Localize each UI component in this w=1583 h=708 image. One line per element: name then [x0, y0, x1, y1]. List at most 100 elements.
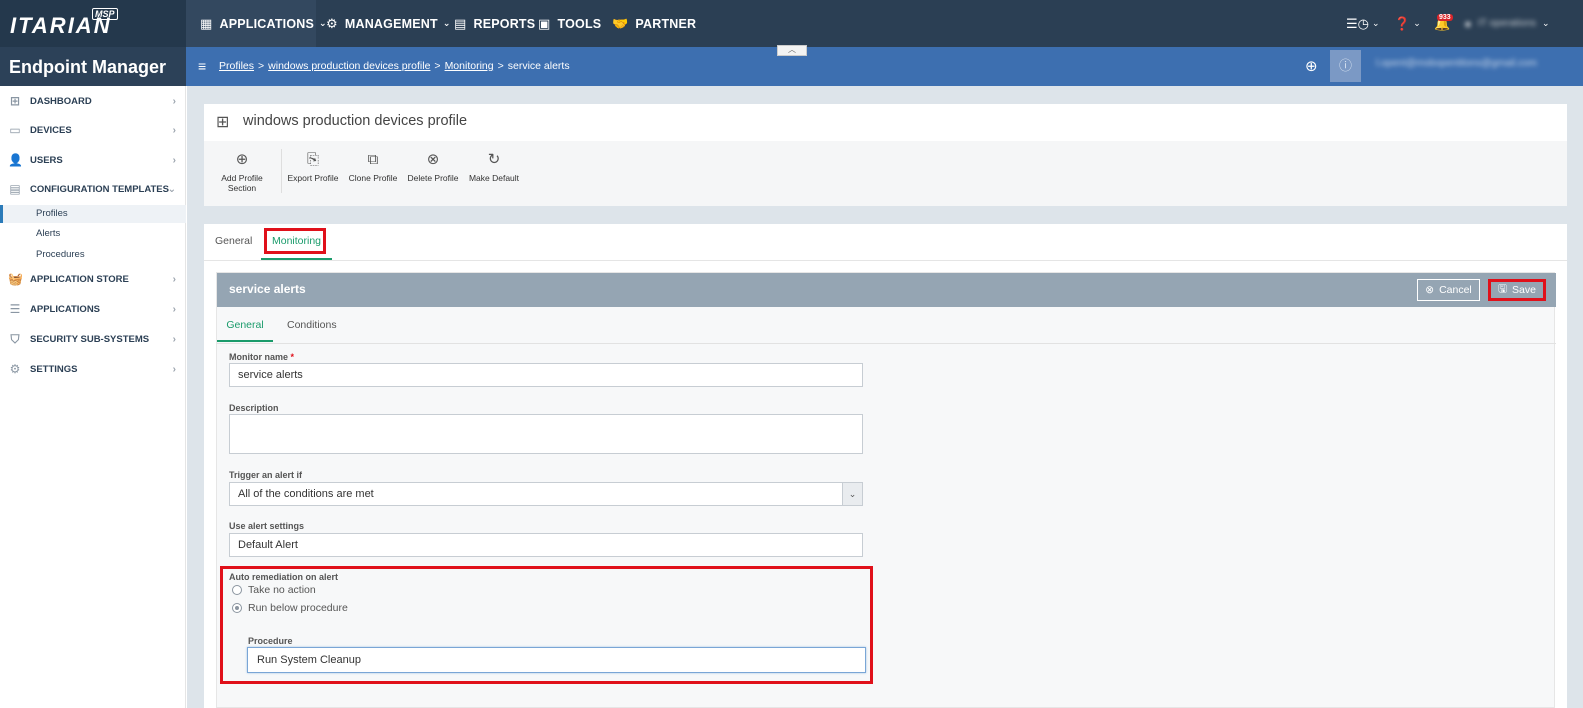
- add-profile-section-label-line1: Add Profile: [221, 173, 263, 183]
- clone-profile-button[interactable]: ⧉ Clone Profile: [346, 151, 400, 183]
- collapse-header-button[interactable]: ︿: [777, 45, 807, 56]
- help-button[interactable]: ⓘ: [1330, 50, 1361, 82]
- sidebar-item-label: APPLICATIONS: [30, 303, 101, 315]
- sidebar-item-label: DEVICES: [30, 124, 72, 136]
- monitor-name-label-text: Monitor name: [229, 352, 289, 362]
- user-menu[interactable]: ● IT operations ⌄: [1464, 0, 1550, 47]
- required-marker: *: [290, 352, 295, 362]
- question-icon: ❓: [1394, 15, 1411, 31]
- notification-count-badge: 933: [1437, 14, 1453, 21]
- procedure-input[interactable]: Run System Cleanup: [247, 647, 866, 673]
- clock-icon: ☰◷: [1346, 15, 1369, 31]
- make-default-icon: ↻: [487, 151, 501, 168]
- breadcrumb-monitoring[interactable]: Monitoring: [445, 60, 494, 72]
- nav-reports[interactable]: ▤ REPORTS: [454, 0, 535, 47]
- chevron-down-icon: ⌄: [167, 183, 176, 195]
- add-profile-section-label-line2: Section: [227, 183, 257, 193]
- chevron-right-icon: ›: [172, 154, 176, 166]
- description-label: Description: [229, 403, 279, 413]
- radio-take-no-action[interactable]: Take no action: [232, 584, 316, 596]
- add-profile-section-button[interactable]: ⊕ Add Profile Section: [219, 151, 265, 193]
- basket-icon: 🧺: [8, 271, 23, 286]
- notifications-button[interactable]: 🔔: [1434, 0, 1450, 47]
- nav-management[interactable]: ⚙ MANAGEMENT ⌄: [326, 0, 451, 47]
- handshake-icon: 🤝: [612, 15, 629, 31]
- breadcrumb: Profiles > windows production devices pro…: [219, 60, 570, 72]
- itarian-logo[interactable]: ITARIAN MSP: [0, 0, 186, 47]
- sidebar-item-dashboard[interactable]: ⊞ DASHBOARD ›: [0, 90, 186, 112]
- question-icon: ⓘ: [1338, 58, 1352, 73]
- add-device-icon[interactable]: ⊕: [1305, 57, 1318, 75]
- monitor-panel: service alerts ⊗ Cancel 🖫 Save General C…: [216, 272, 1556, 708]
- radio-run-below-procedure[interactable]: Run below procedure: [232, 602, 348, 614]
- description-textarea[interactable]: [229, 414, 863, 454]
- breadcrumb-current: service alerts: [507, 60, 570, 72]
- breadcrumb-profile[interactable]: windows production devices profile: [268, 60, 430, 72]
- sidebar-item-application-store[interactable]: 🧺 APPLICATION STORE ›: [0, 268, 186, 290]
- nav-applications-label: APPLICATIONS: [219, 16, 315, 31]
- close-icon: ⊗: [1425, 284, 1435, 296]
- save-icon: 🖫: [1498, 283, 1507, 295]
- radio-button-selected[interactable]: [232, 603, 242, 613]
- gear-icon: ⚙: [9, 361, 21, 376]
- make-default-button[interactable]: ↻ Make Default: [466, 151, 522, 183]
- trigger-selected-value: All of the conditions are met: [238, 488, 374, 500]
- cancel-button[interactable]: ⊗ Cancel: [1417, 279, 1480, 301]
- recent-activity-button[interactable]: ☰◷ ⌄: [1346, 0, 1380, 47]
- sidebar-item-users[interactable]: 👤 USERS ›: [0, 149, 186, 171]
- subtab-general[interactable]: General: [217, 309, 273, 342]
- toolbox-icon: ▣: [538, 15, 551, 31]
- grid-icon: ▦: [200, 15, 213, 31]
- dashboard-icon: ⊞: [9, 93, 21, 108]
- save-button[interactable]: 🖫 Save: [1488, 279, 1546, 301]
- chevron-down-icon: ⌄: [442, 18, 451, 28]
- sidebar-item-security-sub-systems[interactable]: ⛉ SECURITY SUB-SYSTEMS ›: [0, 328, 186, 350]
- sidebar-item-devices[interactable]: ▭ DEVICES ›: [0, 119, 186, 141]
- avatar: ●: [1464, 16, 1472, 31]
- nav-management-label: MANAGEMENT: [344, 16, 438, 31]
- breadcrumb-profiles[interactable]: Profiles: [219, 60, 254, 72]
- sidebar-subitem-profiles[interactable]: Profiles: [0, 205, 186, 223]
- report-icon: ▤: [454, 15, 467, 31]
- sidebar-subitem-procedures[interactable]: Procedures: [0, 246, 186, 264]
- sidebar-item-configuration-templates[interactable]: ▤ CONFIGURATION TEMPLATES ⌄: [0, 178, 186, 200]
- profile-title: windows production devices profile: [243, 113, 468, 129]
- chevron-down-icon: ⌄: [1413, 18, 1421, 28]
- chevron-up-icon: ︿: [788, 45, 796, 54]
- user-name: IT operations: [1477, 18, 1537, 29]
- panel-header: service alerts ⊗ Cancel 🖫 Save: [217, 273, 1556, 307]
- shield-icon: ⛉: [10, 331, 20, 346]
- delete-icon: ⊗: [426, 151, 440, 168]
- alert-settings-input[interactable]: Default Alert: [229, 533, 863, 557]
- user-email: l.opent@msbopentitons@gmail.com: [1376, 58, 1537, 69]
- nav-applications[interactable]: ▦ APPLICATIONS ⌄: [186, 0, 327, 47]
- help-menu-button[interactable]: ❓ ⌄: [1394, 0, 1421, 47]
- trigger-select[interactable]: All of the conditions are met ⌄: [229, 482, 863, 506]
- monitor-name-input[interactable]: service alerts: [229, 363, 863, 387]
- sidebar-subitem-alerts[interactable]: Alerts: [0, 225, 186, 243]
- menu-toggle-icon[interactable]: ≡: [198, 58, 206, 74]
- radio-button[interactable]: [232, 585, 242, 595]
- export-profile-button[interactable]: ⎘ Export Profile: [286, 151, 340, 183]
- radio-label: Run below procedure: [248, 602, 348, 614]
- profile-card: ⊞ windows production devices profile ⊕ A…: [204, 104, 1567, 206]
- subtab-conditions[interactable]: Conditions: [287, 309, 337, 342]
- export-icon: ⎘: [306, 151, 319, 168]
- applications-icon: ☰: [9, 301, 21, 316]
- sidebar-item-label: SECURITY SUB-SYSTEMS: [30, 333, 150, 345]
- sidebar-item-settings[interactable]: ⚙ SETTINGS ›: [0, 358, 186, 380]
- alert-settings-label: Use alert settings: [229, 521, 305, 531]
- monitor-name-label: Monitor name *: [229, 352, 294, 362]
- tab-general[interactable]: General: [215, 224, 252, 260]
- chevron-down-icon: ⌄: [1372, 18, 1380, 28]
- breadcrumb-separator: >: [434, 60, 441, 72]
- sidebar-item-applications[interactable]: ☰ APPLICATIONS ›: [0, 298, 186, 320]
- nav-tools-label: TOOLS: [557, 16, 602, 31]
- nav-tools[interactable]: ▣ TOOLS: [538, 0, 601, 47]
- templates-icon: ▤: [9, 181, 21, 196]
- nav-partner[interactable]: 🤝 PARTNER: [612, 0, 696, 47]
- delete-profile-button[interactable]: ⊗ Delete Profile: [406, 151, 460, 183]
- remediation-label: Auto remediation on alert: [229, 572, 339, 582]
- radio-label: Take no action: [248, 584, 316, 596]
- toolbar-divider: [281, 149, 282, 193]
